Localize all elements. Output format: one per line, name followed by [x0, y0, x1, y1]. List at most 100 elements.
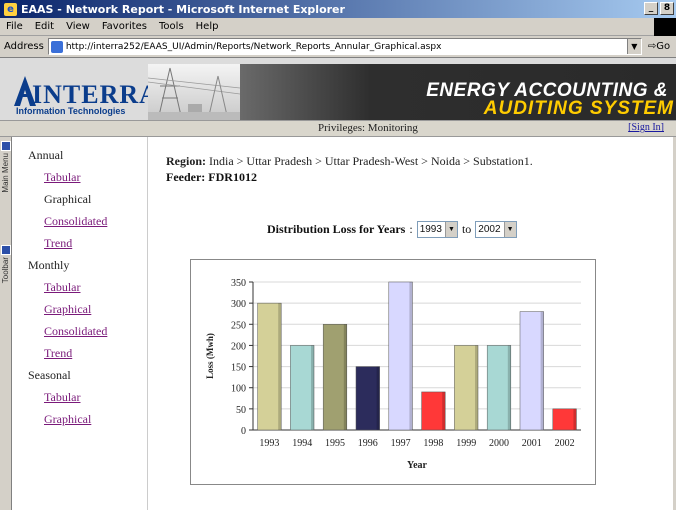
- toolbar-tab[interactable]: Toolbar: [0, 243, 12, 283]
- page-icon: [50, 40, 63, 53]
- y-tick-label: 200: [231, 341, 246, 352]
- bar-shade: [573, 408, 577, 430]
- bar-1994: [290, 345, 315, 431]
- nav-annual-graphical: Graphical: [44, 192, 92, 206]
- maximize-button[interactable]: 8: [660, 2, 674, 15]
- from-year-select[interactable]: 1993 ▼: [416, 221, 458, 238]
- toolbar-tab-label: Toolbar: [1, 257, 10, 284]
- to-year-select[interactable]: 2002 ▼: [475, 221, 517, 238]
- from-year-value: 1993: [419, 224, 442, 235]
- nav-seasonal-tabular[interactable]: Tabular: [44, 390, 107, 412]
- address-label: Address: [4, 41, 44, 52]
- nav-monthly-tabular[interactable]: Tabular: [44, 280, 107, 302]
- bar-2001: [519, 311, 544, 431]
- region-breadcrumb: Region: India > Uttar Pradesh > Uttar Pr…: [166, 154, 533, 169]
- bar-shade: [540, 311, 544, 430]
- year-range-selector: Distribution Loss for Years : 1993 ▼ to …: [267, 221, 521, 238]
- x-tick-label: 1993: [259, 438, 279, 449]
- menu-bar: File Edit View Favorites Tools Help: [0, 18, 676, 36]
- report-nav: Annual Tabular Graphical Consolidated Tr…: [28, 148, 107, 434]
- bar-2002: [552, 408, 577, 431]
- x-tick-label: 1996: [358, 438, 378, 449]
- nav-monthly-graphical[interactable]: Graphical: [44, 302, 107, 324]
- menu-favorites[interactable]: Favorites: [102, 21, 147, 32]
- to-label: to: [461, 222, 472, 236]
- x-tick-label: 1995: [325, 438, 345, 449]
- nav-monthly-consolidated[interactable]: Consolidated: [44, 324, 107, 346]
- bar-1996: [355, 366, 380, 431]
- bar-2000: [486, 345, 512, 431]
- nav-annual-trend[interactable]: Trend: [44, 236, 107, 258]
- distribution-loss-label: Distribution Loss for Years: [267, 222, 406, 236]
- minimize-button[interactable]: _: [644, 2, 658, 15]
- chevron-down-icon: ▼: [503, 222, 516, 237]
- region-label: Region:: [166, 154, 206, 168]
- y-axis-label: Loss (Mwh): [205, 333, 215, 379]
- x-axis-label: Year: [407, 460, 428, 471]
- x-tick-label: 2000: [489, 438, 509, 449]
- address-url: http://interra252/EAAS_UI/Admin/Reports/…: [65, 41, 442, 52]
- menu-edit[interactable]: Edit: [35, 21, 54, 32]
- bar-shade: [343, 324, 347, 430]
- bar-shade: [409, 282, 413, 430]
- nav-seasonal-graphical[interactable]: Graphical: [44, 412, 107, 434]
- bar-shade: [475, 345, 479, 430]
- windows-logo-icon: [654, 18, 676, 36]
- menu-tools[interactable]: Tools: [159, 21, 184, 32]
- privileges-bar: Privileges: Monitoring [Sign In]: [0, 120, 676, 137]
- y-tick-label: 300: [231, 299, 246, 310]
- go-button[interactable]: ⇨Go: [648, 41, 670, 52]
- y-tick-label: 250: [231, 320, 246, 331]
- x-tick-label: 1994: [292, 438, 312, 449]
- banner-title-area: ENERGY ACCOUNTING & AUDITING SYSTEM: [240, 64, 676, 120]
- bar-1998: [421, 391, 446, 431]
- menu-help[interactable]: Help: [196, 21, 219, 32]
- nav-divider: [147, 137, 148, 510]
- y-tick-label: 50: [236, 405, 246, 416]
- bar-shade: [442, 391, 446, 430]
- go-label: Go: [656, 41, 671, 52]
- distribution-loss-chart: 0 50 100 150 200 250 300 350 1993 1994 1995 1996 199…: [190, 259, 596, 485]
- x-tick-label: 1998: [423, 438, 443, 449]
- app-banner: INTERRA Information Technologies ENERGY …: [0, 58, 676, 120]
- bar-shade: [311, 345, 315, 430]
- sign-in-link[interactable]: [Sign In]: [628, 122, 664, 133]
- bar-shade: [507, 345, 511, 430]
- window-controls: _ 8: [644, 2, 674, 15]
- x-tick-label: 2002: [555, 438, 575, 449]
- expand-icon: [1, 141, 11, 151]
- chevron-down-icon: ▼: [444, 222, 457, 237]
- nav-section-seasonal: Seasonal: [28, 368, 71, 382]
- logo-subtitle: Information Technologies: [16, 106, 126, 116]
- x-tick-label: 1997: [391, 438, 411, 449]
- interra-logo: INTERRA Information Technologies: [14, 74, 158, 116]
- y-tick-label: 100: [231, 384, 246, 395]
- menu-view[interactable]: View: [66, 21, 90, 32]
- y-tick-label: 150: [231, 363, 246, 374]
- bar-1999: [454, 345, 479, 431]
- main-menu-tab[interactable]: Main Menu: [0, 139, 12, 193]
- privileges-text: Privileges: Monitoring: [318, 122, 418, 134]
- address-input[interactable]: http://interra252/EAAS_UI/Admin/Reports/…: [47, 38, 642, 55]
- menu-file[interactable]: File: [6, 21, 23, 32]
- address-bar: Address http://interra252/EAAS_UI/Admin/…: [0, 36, 676, 58]
- x-tick-label: 1999: [456, 438, 476, 449]
- bar-1997: [388, 281, 413, 431]
- to-year-value: 2002: [478, 224, 501, 235]
- ie-logo-icon: e: [4, 2, 17, 16]
- region-path: India > Uttar Pradesh > Uttar Pradesh-We…: [209, 154, 533, 168]
- bar-1993: [257, 302, 282, 431]
- nav-annual-tabular[interactable]: Tabular: [44, 170, 107, 192]
- chart-svg: 0 50 100 150 200 250 300 350 1993 1994 1995 1996 199…: [205, 278, 581, 471]
- power-lines-image: [148, 64, 240, 120]
- bar-1995: [322, 324, 348, 431]
- nav-monthly-trend[interactable]: Trend: [44, 346, 107, 368]
- bar-shade: [376, 366, 380, 430]
- address-dropdown-icon[interactable]: ▼: [626, 39, 641, 54]
- bar-shade: [278, 303, 282, 430]
- y-tick-label: 0: [241, 426, 246, 437]
- nav-section-monthly: Monthly: [28, 258, 70, 272]
- y-tick-label: 350: [231, 278, 246, 289]
- nav-annual-consolidated[interactable]: Consolidated: [44, 214, 107, 236]
- expand-icon: [1, 245, 11, 255]
